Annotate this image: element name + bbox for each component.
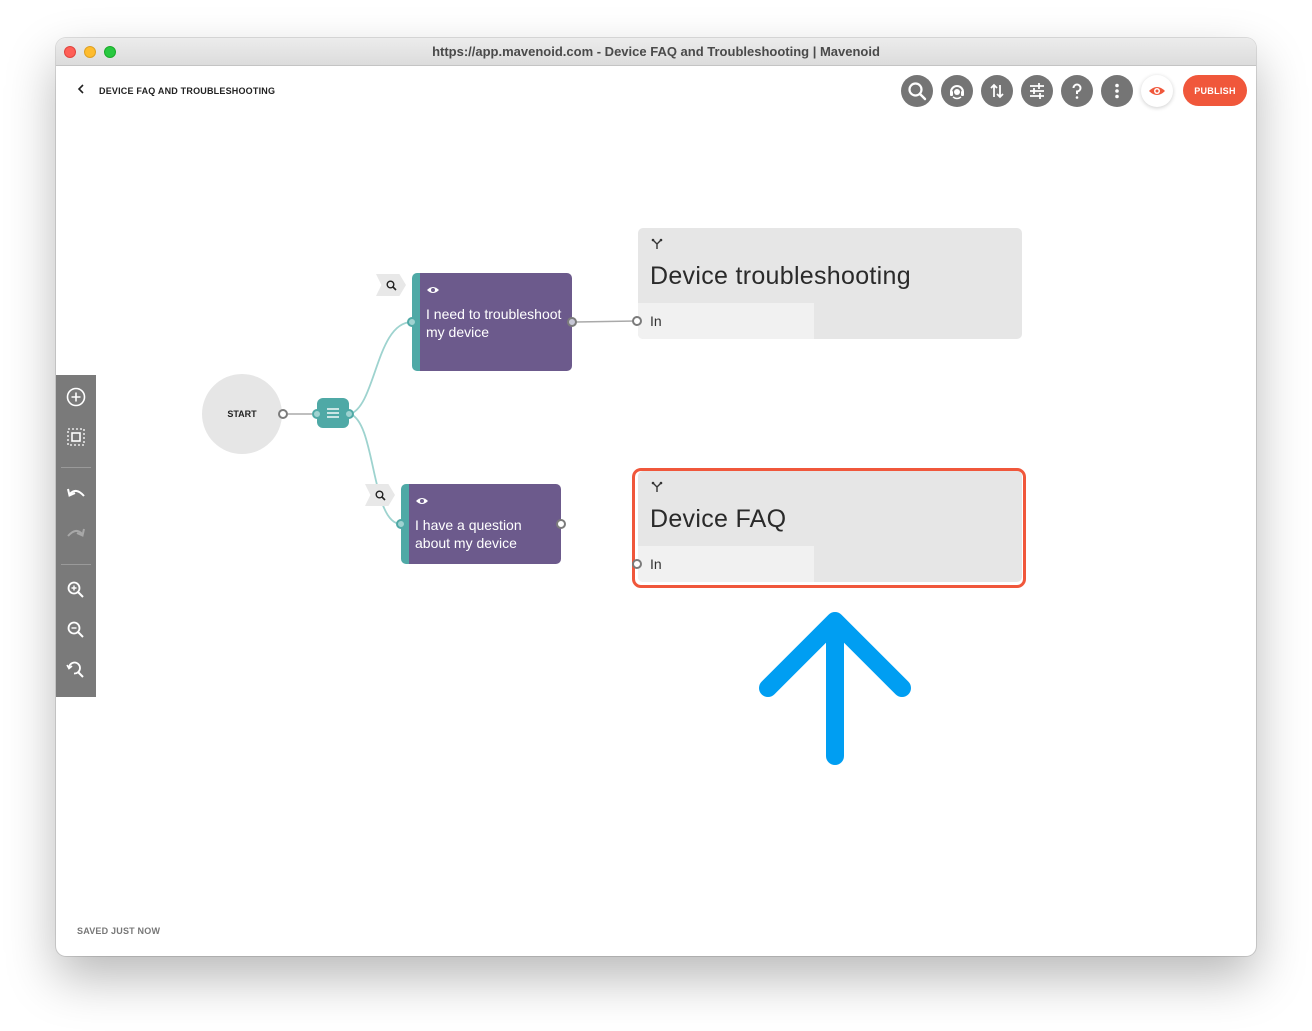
choice-2-input-port[interactable]: [396, 519, 406, 529]
choice-text: I have a question about my device: [415, 517, 522, 551]
highlight-outline: [632, 468, 1026, 588]
faq-input-port[interactable]: [632, 559, 642, 569]
choice-node-question[interactable]: I have a question about my device: [401, 484, 561, 564]
start-node[interactable]: START: [202, 374, 282, 454]
start-output-port[interactable]: [278, 409, 288, 419]
choice-1-input-port[interactable]: [407, 317, 417, 327]
flow-editor: DEVICE FAQ AND TROUBLESHOOTING PUBLISH S…: [56, 66, 1256, 956]
connector-to-troubleshooting: [575, 320, 637, 323]
choice-1-output-port[interactable]: [567, 317, 577, 327]
save-status: SAVED JUST NOW: [77, 926, 161, 936]
node-input-row: In: [638, 303, 814, 339]
window-title: https://app.mavenoid.com - Device FAQ an…: [432, 44, 880, 59]
node-title: Device troubleshooting: [650, 262, 911, 290]
browser-window: https://app.mavenoid.com - Device FAQ an…: [56, 38, 1256, 956]
search-icon: [386, 280, 397, 291]
choice-2-output-port[interactable]: [556, 519, 566, 529]
input-label: In: [650, 313, 662, 329]
hub-input-port[interactable]: [312, 409, 322, 419]
choice-text: I need to troubleshoot my device: [426, 306, 562, 340]
connector-choice-2: [349, 413, 402, 525]
search-icon: [375, 490, 386, 501]
list-icon: [327, 408, 339, 418]
connector-choice-1: [349, 321, 413, 415]
title-bar: https://app.mavenoid.com - Device FAQ an…: [56, 38, 1256, 66]
node-device-troubleshooting[interactable]: Device troubleshooting In: [638, 228, 1022, 339]
hub-output-port[interactable]: [344, 409, 354, 419]
annotation-arrow: [759, 612, 911, 765]
branch-icon: [651, 238, 663, 249]
eye-icon: [416, 498, 428, 504]
eye-icon: [427, 287, 439, 293]
choice-node-troubleshoot[interactable]: I need to troubleshoot my device: [412, 273, 572, 371]
troubleshooting-input-port[interactable]: [632, 316, 642, 326]
